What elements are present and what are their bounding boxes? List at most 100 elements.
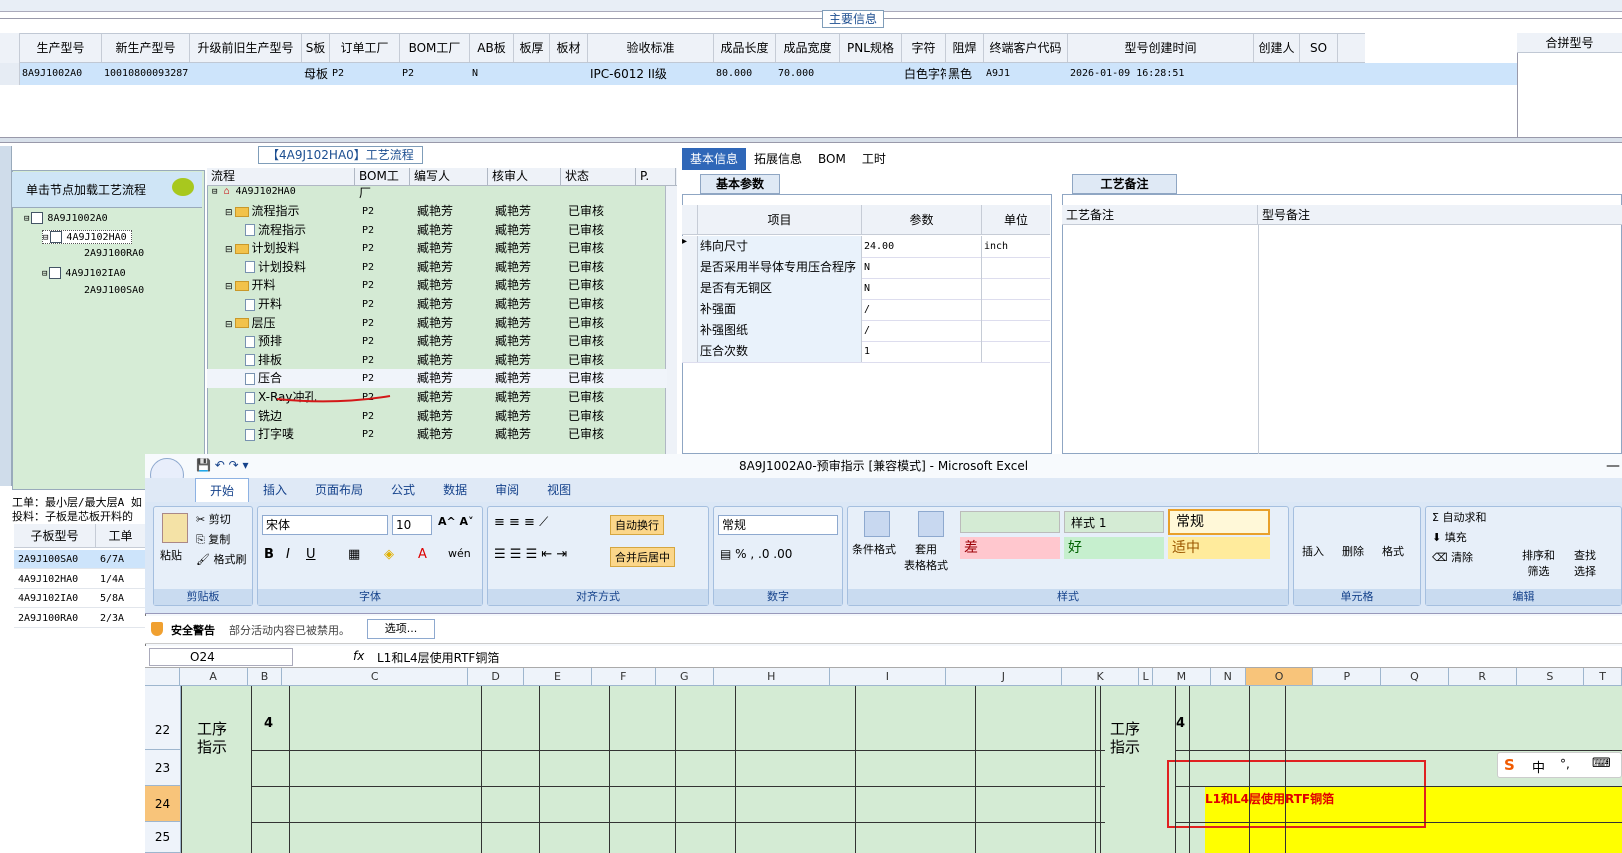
quick-access-toolbar[interactable]: 💾 ↶ ↷ ▾ [196,458,249,472]
work-order-row[interactable]: 2A9J100SA0 6/7A [14,550,145,569]
ribbon-tab[interactable]: 审阅 [481,478,533,502]
name-box[interactable]: O24 [149,648,293,666]
flow-name-cell[interactable]: 排板 [207,351,362,370]
column-header[interactable]: F [592,668,656,685]
flow-row[interactable]: 流程指示 P2 臧艳芳 臧艳芳 已审核 [207,221,667,240]
flow-name-cell[interactable]: ⊟ 计划投料 [207,239,362,258]
corner-cell[interactable] [145,668,180,685]
column-header[interactable]: K [1062,668,1140,685]
copy-button[interactable]: ⎘ 复制 [196,531,230,547]
row-selector[interactable] [0,63,20,85]
column-header[interactable]: D [468,668,525,685]
data-cell[interactable] [1300,63,1338,85]
data-cell[interactable]: P2 [400,63,470,85]
flow-name-cell[interactable]: 预排 [207,332,362,351]
data-cell[interactable]: 白色字符 [902,63,946,85]
expander-icon[interactable]: ⊟ [43,233,48,243]
tree-node[interactable]: 2A9J100SA0 [58,285,144,296]
flow-row[interactable]: ⊟ 开料 P2 臧艳芳 臧艳芳 已审核 [207,276,667,295]
style-good[interactable]: 好 [1064,537,1164,559]
work-order-row[interactable]: 2A9J100RA0 2/3A [14,609,145,628]
param-row[interactable]: 补强图纸 / [682,320,1050,342]
data-cell[interactable] [550,63,588,85]
clear-button[interactable]: ⌫ 清除 [1432,549,1473,565]
column-header[interactable]: M [1153,668,1211,685]
header-cell[interactable]: SO [1300,34,1338,62]
row-header[interactable]: 23 [145,750,181,786]
header-cell[interactable]: 生产型号 [20,34,102,62]
column-header[interactable]: H [714,668,830,685]
flow-name-cell[interactable]: 开料 [207,295,362,314]
border-icon[interactable]: ▦ [348,547,360,562]
style-neutral[interactable]: 适中 [1168,537,1270,559]
header-cell[interactable]: BOM工厂 [400,34,470,62]
data-cell[interactable]: 70.000 [776,63,840,85]
checkbox[interactable] [31,212,44,224]
merge-center-button[interactable]: 合并后居中 [610,547,675,567]
tree-node[interactable]: ⊟ 4A9J102HA0 [42,230,132,244]
column-header[interactable]: N [1211,668,1246,685]
ribbon-tab[interactable]: 页面布局 [301,478,377,502]
flow-name-cell[interactable]: ⊟ 层压 [207,314,362,333]
header-cell[interactable]: 字符 [902,34,946,62]
phonetic-icon[interactable]: wén [448,547,471,560]
ime-punct[interactable]: °, [1560,757,1570,771]
header-cell[interactable]: 板厚 [514,34,550,62]
percent-icon[interactable]: ▤ % , .0 .00 [720,547,792,561]
table-format-button[interactable]: 套用 表格格式 [904,541,948,573]
flow-name-cell[interactable]: 打字唛 [207,425,362,444]
fill-button[interactable]: ⬇ 填充 [1432,529,1467,545]
flow-header-cell[interactable]: 核审人 [488,168,561,185]
flow-row[interactable]: ⊟ 计划投料 P2 臧艳芳 臧艳芳 已审核 [207,239,667,258]
left-collapse-bar[interactable] [0,146,12,486]
security-options-button[interactable]: 选项... [367,619,435,639]
flow-row[interactable]: ⊟ 流程指示 P2 臧艳芳 臧艳芳 已审核 [207,202,667,221]
delete-cells-button[interactable]: 删除 [1342,543,1364,559]
header-cell[interactable]: PNL规格 [840,34,902,62]
style-normal[interactable]: 常规 [1168,509,1270,535]
fx-icon[interactable]: fx [353,649,364,663]
column-header[interactable]: B [248,668,283,685]
data-cell[interactable]: 10010800093287 [102,63,190,85]
flow-row[interactable]: 计划投料 P2 臧艳芳 臧艳芳 已审核 [207,258,667,277]
header-cell[interactable]: 阻焊 [946,34,984,62]
data-cell[interactable]: P2 [330,63,400,85]
data-cell[interactable]: N [470,63,514,85]
param-row[interactable]: 补强面 / [682,299,1050,321]
underline-icon[interactable]: U [306,547,316,562]
flow-header-cell[interactable]: P. [636,168,676,185]
expander-icon[interactable]: ⊟ [42,269,47,279]
tab-2[interactable]: BOM [810,148,854,170]
number-format-select[interactable]: 常规 [718,515,838,535]
flow-row[interactable]: 排板 P2 臧艳芳 臧艳芳 已审核 [207,351,667,370]
column-header[interactable]: S [1517,668,1585,685]
header-cell[interactable]: 终端客户代码 [984,34,1068,62]
header-cell[interactable]: 订单工厂 [330,34,400,62]
column-header[interactable]: L [1139,668,1153,685]
flow-name-cell[interactable]: 压合 [207,369,362,388]
find-select-button[interactable]: 查找 选择 [1574,547,1596,579]
style-1[interactable]: 样式 1 [1064,511,1164,533]
flow-root[interactable]: ⊟ ⌂ 4A9J102HA0 [212,186,296,197]
align-left-icon[interactable]: ☰ ☰ ☰ ⇤ ⇥ [494,547,567,562]
ribbon-tab[interactable]: 开始 [195,478,250,502]
param-row[interactable]: 是否采用半导体专用压合程序 N [682,257,1050,279]
tree-node[interactable]: ⊟ 4A9J102IA0 [42,267,126,279]
row-header[interactable]: 22 [145,686,181,750]
data-cell[interactable]: IPC-6012 II级 [588,63,714,85]
sort-filter-button[interactable]: 排序和 筛选 [1522,547,1555,579]
style-bad[interactable]: 差 [960,537,1060,559]
param-cell[interactable]: / [862,299,982,320]
ribbon-tab[interactable]: 数据 [429,478,481,502]
flow-row[interactable]: 压合 P2 臧艳芳 臧艳芳 已审核 [207,369,667,389]
cut-button[interactable]: ✂ 剪切 [196,511,231,527]
font-color-icon[interactable]: A [418,547,427,562]
column-header[interactable]: O [1245,668,1314,685]
tab-3[interactable]: 工时 [854,148,894,170]
header-cell[interactable]: AB板 [470,34,514,62]
autosum-button[interactable]: Σ 自动求和 [1432,509,1486,525]
header-cell[interactable]: 新生产型号 [102,34,190,62]
conditional-format-button[interactable]: 条件格式 [852,541,896,557]
flow-header-cell[interactable]: BOM工厂 [355,168,410,200]
data-cell[interactable] [190,63,302,85]
